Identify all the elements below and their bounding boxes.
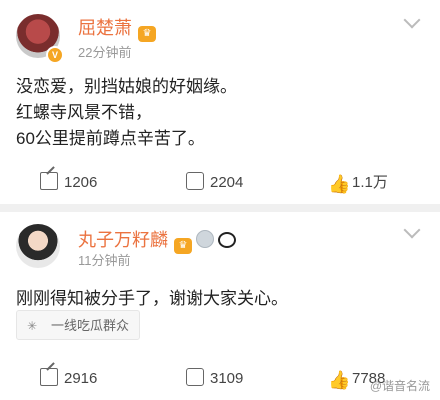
share-icon — [40, 368, 58, 386]
ring-badge-icon — [196, 230, 214, 248]
username-text[interactable]: 丸子万籽麟 — [78, 230, 168, 250]
topic-text: 一线吃瓜群众 — [51, 318, 130, 333]
share-button[interactable]: 2916 — [40, 364, 97, 394]
weibo-post-2: 丸子万籽麟 ♛ 11分钟前 刚刚得知被分手了，谢谢大家关心。 ✳ 一线吃瓜群众 29… — [0, 0, 440, 400]
content-line: 刚刚得知被分手了，谢谢大家关心。 — [16, 289, 288, 308]
comment-icon — [186, 368, 204, 386]
share-count: 2916 — [64, 370, 98, 387]
comment-count: 3109 — [210, 370, 244, 387]
avatar[interactable] — [16, 224, 60, 268]
post-content: 刚刚得知被分手了，谢谢大家关心。 — [16, 286, 288, 312]
vip-crown-icon: ♛ — [174, 238, 192, 254]
watermark: @谐音名流 — [369, 379, 430, 393]
comment-button[interactable]: 3109 — [186, 364, 243, 394]
topic-link[interactable]: ✳ 一线吃瓜群众 — [16, 310, 141, 340]
post-time: 11分钟前 — [78, 253, 131, 268]
like-icon: 👍 — [328, 370, 351, 390]
chevron-down-icon[interactable] — [403, 221, 421, 239]
panda-icon — [218, 232, 236, 248]
topic-icon: ✳ — [27, 319, 38, 333]
